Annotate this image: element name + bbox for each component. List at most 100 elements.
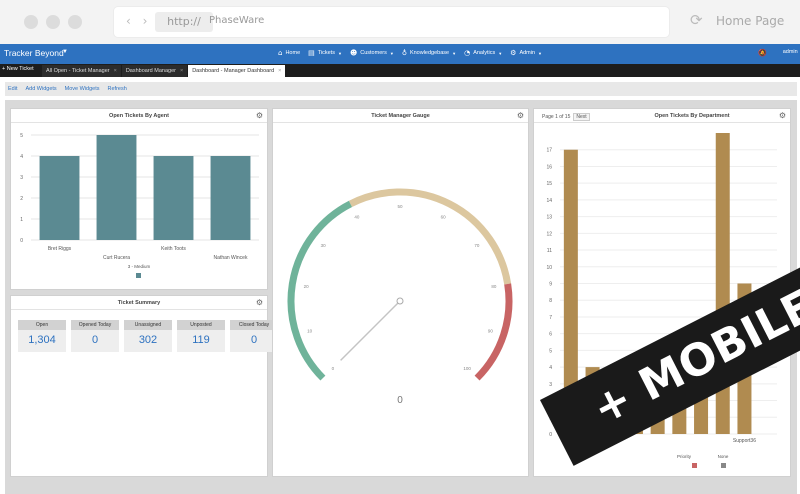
gear-icon[interactable]: ⚙: [517, 111, 524, 120]
y-tick-label: 11: [547, 248, 552, 254]
panel-header: Open Tickets By Agent ⚙: [11, 109, 267, 123]
nav-analytics[interactable]: ◔ Analytics ▼: [464, 49, 502, 57]
nav-knowledgebase[interactable]: ♁ Knowledgebase ▼: [402, 49, 456, 57]
summary-open[interactable]: Open 1,304: [18, 320, 66, 352]
panel-header: Page 1 of 15 Next Open Tickets By Depart…: [534, 109, 790, 123]
new-ticket-button[interactable]: + New Ticket: [2, 66, 34, 72]
gauge-needle: [340, 298, 403, 361]
next-page-button[interactable]: Next: [573, 113, 590, 121]
legend-label: None: [718, 454, 729, 459]
y-tick-label: 3: [549, 382, 552, 388]
edit-link[interactable]: Edit: [8, 82, 17, 96]
legend-label: Priority: [677, 454, 692, 459]
tab-manager-dashboard[interactable]: Dashboard - Manager Dashboard ×: [188, 65, 286, 77]
legend-swatch: [692, 463, 697, 468]
chevron-down-icon[interactable]: ▼: [62, 49, 68, 55]
tab-bar: + New Ticket All Open - Ticket Manager × …: [0, 64, 800, 77]
address-bar[interactable]: ‹ › http:// PhaseWare: [114, 7, 669, 37]
lightbulb-icon: ♁: [401, 49, 407, 57]
gear-icon[interactable]: ⚙: [256, 111, 263, 120]
home-page-link[interactable]: Home Page: [716, 14, 784, 28]
y-tick-label: 4: [20, 154, 23, 160]
nav-home[interactable]: ⌂ Home: [278, 49, 300, 57]
nav-customers[interactable]: ☻ Customers ▼: [350, 49, 394, 57]
bar: [210, 156, 251, 240]
gauge-tick-label: 20: [304, 284, 310, 289]
pie-chart-icon: ◔: [464, 49, 471, 57]
chevron-down-icon: ▼: [538, 50, 543, 56]
y-tick-label: 17: [546, 148, 552, 154]
user-area: 🔕 admin ▼: [758, 49, 800, 57]
tickets-icon: ▤: [308, 49, 315, 57]
gear-icon[interactable]: ⚙: [779, 111, 786, 120]
window-maximize-dot[interactable]: [68, 15, 82, 29]
y-tick-label: 1: [20, 217, 23, 223]
y-tick-label: 15: [546, 181, 552, 187]
tab-all-open[interactable]: All Open - Ticket Manager ×: [42, 65, 121, 77]
panel-header: Ticket Summary ⚙: [11, 296, 267, 310]
gauge-tick-label: 90: [488, 328, 494, 333]
y-tick-label: 12: [546, 231, 552, 237]
panel-title: Ticket Manager Gauge: [371, 113, 430, 119]
pager: Page 1 of 15 Next: [542, 113, 590, 121]
panel-title: Open Tickets By Agent: [109, 113, 169, 119]
x-tick-label: Curt Rucera: [103, 255, 130, 261]
tab-list: All Open - Ticket Manager × Dashboard Man…: [42, 65, 286, 77]
home-icon: ⌂: [278, 49, 283, 57]
url-text[interactable]: PhaseWare: [209, 15, 264, 26]
y-tick-label: 0: [549, 432, 552, 438]
gear-icon[interactable]: ⚙: [256, 298, 263, 307]
y-tick-label: 2: [20, 196, 23, 202]
gauge-band: [348, 188, 512, 285]
close-icon[interactable]: ×: [278, 68, 281, 74]
bar: [153, 156, 194, 240]
bar: [96, 135, 137, 240]
window-minimize-dot[interactable]: [46, 15, 60, 29]
summary-unassigned[interactable]: Unassigned 302: [124, 320, 172, 352]
page-indicator: Page 1 of 15: [542, 114, 571, 120]
y-tick-label: 4: [549, 365, 552, 371]
y-tick-label: 7: [549, 315, 552, 321]
nav-tickets[interactable]: ▤ Tickets ▼: [308, 49, 342, 57]
top-navbar: Tracker Beyond ▼ ⌂ Home ▤ Tickets ▼ ☻ Custom…: [0, 44, 800, 64]
browser-chrome: ‹ › http:// PhaseWare ⟳ Home Page: [0, 0, 800, 44]
gauge-band: [287, 200, 353, 381]
y-tick-label: 3: [20, 175, 23, 181]
add-widgets-link[interactable]: Add Widgets: [25, 82, 56, 96]
close-icon[interactable]: ×: [114, 68, 117, 74]
nav-admin[interactable]: ⚙ Admin ▼: [510, 49, 542, 57]
main-nav: ⌂ Home ▤ Tickets ▼ ☻ Customers ▼ ♁ Knowledgeba…: [278, 49, 542, 57]
refresh-icon[interactable]: ⟳: [690, 11, 703, 29]
gauge-tick-label: 50: [397, 204, 403, 209]
close-icon[interactable]: ×: [180, 68, 183, 74]
legend-swatch: [721, 463, 726, 468]
summary-closed-today[interactable]: Closed Today 0: [230, 320, 278, 352]
bell-off-icon[interactable]: 🔕: [758, 49, 767, 57]
x-tick-label: Bret Riggs: [48, 246, 72, 252]
chevron-down-icon: ▼: [389, 50, 394, 56]
y-tick-label: 8: [549, 298, 552, 304]
url-protocol: http://: [155, 12, 213, 32]
window-close-dot[interactable]: [24, 15, 38, 29]
brand-title[interactable]: Tracker Beyond: [4, 48, 64, 58]
move-widgets-link[interactable]: Move Widgets: [65, 82, 100, 96]
gauge-band: [474, 283, 513, 381]
refresh-link[interactable]: Refresh: [108, 82, 127, 96]
legend-swatch: [136, 273, 141, 278]
gauge-panel: Ticket Manager Gauge ⚙ 0 10 20 30 40 50 60 70 80…: [272, 108, 529, 477]
summary-unposted[interactable]: Unposted 119: [177, 320, 225, 352]
gauge-tick-label: 60: [441, 214, 447, 219]
tab-dashboard-manager[interactable]: Dashboard Manager ×: [121, 65, 188, 77]
gauge-pivot: [396, 297, 404, 305]
user-menu[interactable]: admin: [783, 49, 798, 57]
y-tick-label: 0: [20, 238, 23, 244]
back-forward-icon[interactable]: ‹ ›: [126, 14, 151, 28]
y-tick-label: 5: [549, 348, 552, 354]
agent-chart-panel: Open Tickets By Agent ⚙ 0 1 2 3 4 5 Bret Riggs…: [10, 108, 268, 290]
chevron-down-icon: ▼: [452, 50, 457, 56]
y-tick-label: 10: [546, 265, 552, 271]
summary-opened-today[interactable]: Opened Today 0: [71, 320, 119, 352]
chevron-down-icon: ▼: [337, 50, 342, 56]
panel-title: Open Tickets By Department: [654, 113, 730, 119]
y-tick-label: 6: [549, 332, 552, 338]
